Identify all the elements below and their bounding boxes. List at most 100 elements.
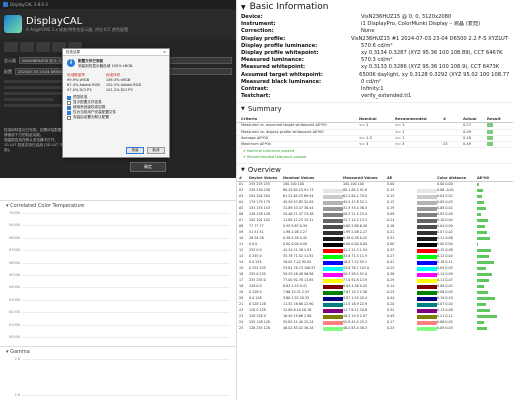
column-header: Nominal [359, 116, 377, 122]
delta-bar [477, 308, 490, 312]
pass-bar [487, 123, 493, 128]
checkbox-unchecked[interactable] [67, 100, 71, 105]
info-key: Measured black luminance: [241, 78, 322, 85]
nominal-swatch [323, 326, 343, 332]
summary-cell: <= 1 [395, 135, 405, 140]
tab-calibration[interactable] [20, 42, 34, 52]
checkbox-checked[interactable] [67, 105, 71, 110]
color-swatch [417, 218, 437, 223]
displaycal-logo-icon [4, 15, 22, 33]
info-value: VisN236HUZ15 #1 2024-07-03 23-04 D6500 2… [350, 35, 509, 42]
verification-report: ▼ Basic Information Device: VisN236HUZ15 … [236, 0, 513, 400]
app-header: DisplayCAL A ArgyllCMS 3.x 校准/特性化显示器, 评估… [0, 9, 236, 39]
result-bar [487, 142, 502, 147]
summary-cell [443, 130, 463, 135]
delta-bar [477, 224, 485, 228]
color-swatch [417, 266, 437, 271]
cct-panel-title[interactable]: ▾ Correlated Color Temperature [0, 201, 236, 211]
delta-bar [477, 326, 487, 330]
app-icon [3, 2, 8, 7]
left-pane: DisplayCAL 3.8.9.3 DisplayCAL A ArgyllCM… [0, 0, 236, 400]
checkbox-unchecked[interactable] [67, 115, 71, 120]
collapse-icon: ▼ [241, 106, 245, 113]
measured-swatch [417, 326, 437, 332]
info-value: xy 0.3134 0.3287 (XYZ 95.36 100 108.89),… [361, 50, 503, 57]
gamut-value: 97.0% DCI P3 [67, 88, 92, 92]
color-swatch [417, 284, 437, 289]
collapse-icon: ▼ [241, 3, 246, 11]
cancel-button[interactable]: 取消 [147, 147, 165, 154]
basic-info-row: Measured black luminance: 0 cd/m² [237, 79, 513, 86]
app-name: DisplayCAL [26, 15, 83, 27]
info-key: Correction: [241, 28, 274, 35]
summary-header[interactable]: ▼ Summary [237, 102, 513, 115]
color-swatch [417, 194, 437, 199]
delta-bar [477, 284, 484, 288]
y-tick-label: 6300K [9, 297, 20, 302]
dialog-options: 预览校准 显示配置文件信息 使用系统级校准加载 仅为当前用户安装配置文件 安装后… [67, 95, 165, 120]
color-swatch [417, 200, 437, 205]
color-swatch [323, 326, 343, 331]
color-swatch [323, 296, 343, 301]
column-header: ΔE*00 [477, 176, 490, 181]
summary-cell: 0.27 [463, 123, 472, 128]
gamma-panel-title[interactable]: ▾ Gamma [0, 347, 236, 357]
color-swatch [323, 218, 343, 223]
y-tick-label: 6500K [9, 273, 20, 277]
delta-cell [477, 326, 499, 332]
column-header [323, 176, 343, 181]
color-swatch [323, 260, 343, 265]
column-header: Color distance [437, 176, 467, 181]
color-swatch [417, 206, 437, 211]
cct-title: Correlated Color Temperature [10, 203, 85, 209]
color-swatch [323, 254, 343, 259]
tab-display[interactable] [4, 42, 18, 52]
basic-info-row: Display profile whitepoint: xy 0.3134 0.3… [237, 50, 513, 57]
gamut-value: 101.2% DCI P3 [105, 88, 133, 92]
info-value: 570.3 cd/m² [361, 57, 393, 64]
summary-cell: <= 1.5 [359, 135, 372, 140]
overview-cell: 48.0 83.4 36.3 [343, 326, 368, 331]
color-swatch [417, 326, 437, 331]
overview-header[interactable]: ▼ Overview [237, 163, 513, 176]
column-header: ΔE [387, 176, 393, 181]
option-set-default[interactable]: 安装后设置为默认配置 [67, 115, 165, 120]
pass-bar [487, 135, 493, 140]
overview-cell: 25 [239, 326, 244, 331]
delta-bar [477, 278, 489, 282]
delta-bar [477, 302, 486, 306]
color-swatch [323, 320, 343, 325]
section-title: Basic Information [249, 2, 329, 12]
color-swatch [417, 248, 437, 253]
color-swatch [323, 236, 343, 241]
info-value: Infinity:1 [361, 86, 384, 93]
tab-profiling[interactable] [36, 42, 50, 52]
info-value: None [361, 28, 375, 35]
gridline [22, 275, 230, 276]
section-title: Summary [247, 105, 282, 114]
color-swatch [323, 224, 343, 229]
info-value: 0 cd/m² [361, 78, 381, 85]
info-icon: i [67, 59, 75, 67]
info-value: verify_extended.ti1 [361, 93, 412, 100]
color-swatch [323, 206, 343, 211]
ok-button[interactable]: 确定 [130, 162, 166, 172]
checkbox-checked[interactable] [67, 110, 71, 115]
window-title: DisplayCAL 3.8.9.3 [10, 2, 48, 7]
info-key: Contrast: [241, 86, 269, 93]
gamma-title: Gamma [10, 349, 30, 355]
color-swatch [323, 290, 343, 295]
info-key: Measured whitepoint: [241, 64, 306, 71]
color-swatch [417, 212, 437, 217]
calibration-result-dialog: 校准结果 × i 配置文件已安装 测量到的显示器色域 100% sRGB 色域覆… [62, 48, 170, 158]
close-icon[interactable]: × [163, 50, 166, 54]
collapse-icon: ▼ [241, 167, 245, 174]
basic-info-header[interactable]: ▼ Basic Information [237, 0, 513, 14]
info-key: Display profile whitepoint: [241, 50, 319, 57]
install-button[interactable]: 安装 [126, 147, 144, 154]
y-tick-label: 2.6 [14, 393, 20, 397]
checkbox-checked[interactable] [67, 95, 71, 100]
delta-bar [477, 236, 490, 240]
result-bar [487, 123, 502, 128]
column-header: Criteria [241, 116, 258, 122]
